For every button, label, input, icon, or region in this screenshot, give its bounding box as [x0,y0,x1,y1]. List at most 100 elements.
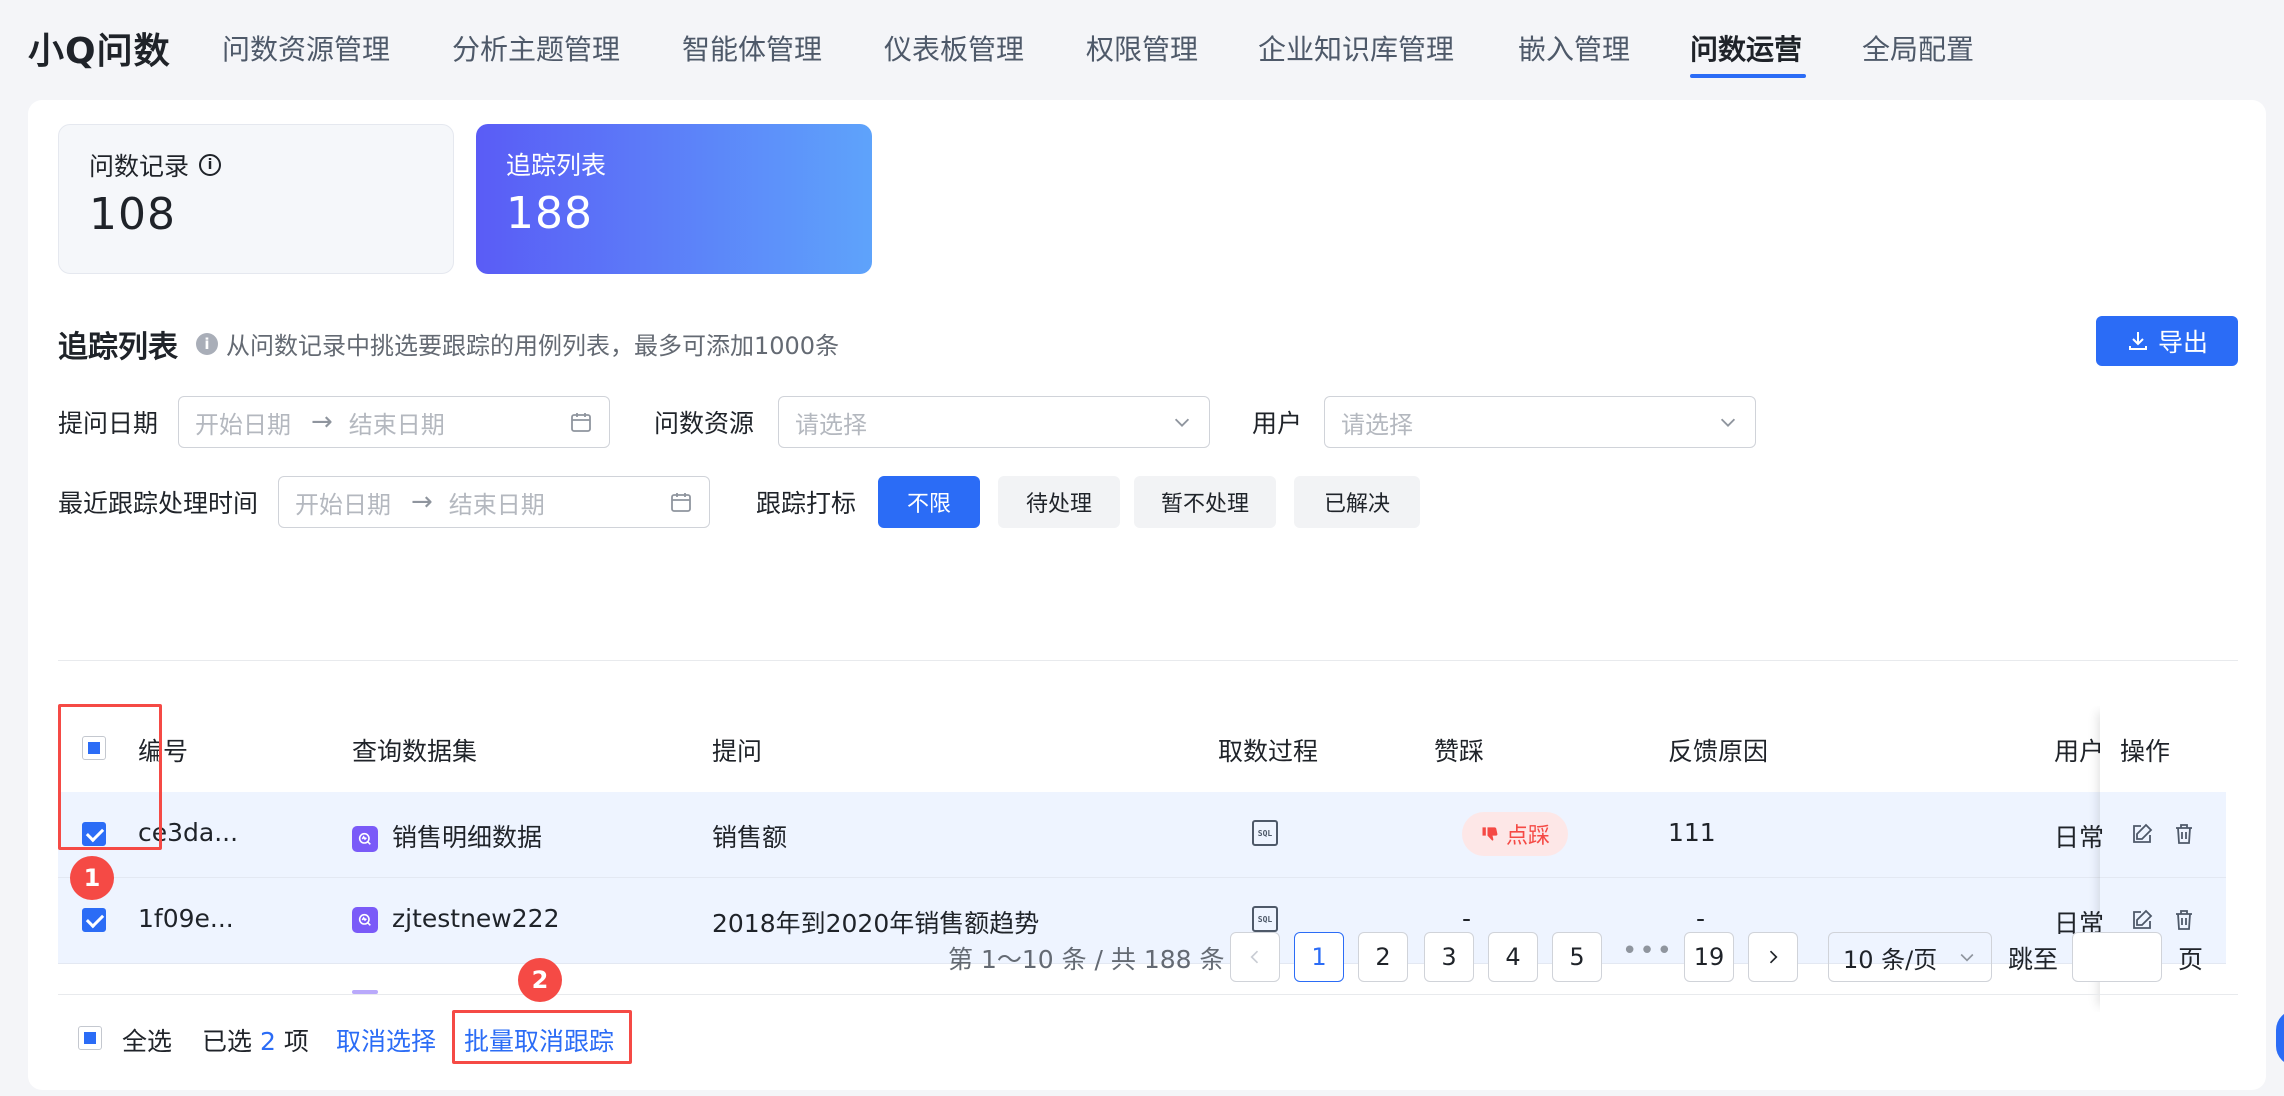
nav-item-agent[interactable]: 智能体管理 [682,28,822,68]
arrow-right-icon: → [311,407,333,437]
page-size-select[interactable]: 10 条/页 [1828,932,1992,982]
page-size-value: 10 条/页 [1843,945,1938,974]
page-button-2[interactable]: 2 [1358,932,1408,982]
thumbs-down-icon [1482,827,1498,841]
ask-date-label: 提问日期 [58,409,159,438]
cell-id: 1f09e... [138,904,234,933]
selected-count-text: 已选 2 项 [202,1022,309,1058]
table-row[interactable]: ce3da... 销售明细数据 销售额 SQL 点踩 111 日常 [58,792,2226,878]
tag-option-all[interactable]: 不限 [878,476,980,528]
th-question: 提问 [712,737,763,766]
chevron-right-icon [1769,950,1778,964]
dislike-badge: 点踩 [1462,812,1569,856]
cancel-select-button[interactable]: 取消选择 [336,1022,436,1058]
nav-item-resource[interactable]: 问数资源管理 [222,28,390,68]
prev-page-button[interactable] [1230,932,1280,982]
arrow-right-icon: → [411,487,433,517]
page-button-last[interactable]: 19 [1684,932,1734,982]
stat-card-tracking[interactable]: 追踪列表 188 [476,124,872,274]
cell-vote: - [1462,904,1472,933]
export-button[interactable]: 导出 [2096,316,2238,366]
sql-icon[interactable]: SQL [1252,820,1278,846]
export-label: 导出 [2157,328,2208,357]
download-icon [2128,332,2147,350]
page-button-4[interactable]: 4 [1488,932,1538,982]
nav-item-global[interactable]: 全局配置 [1862,28,1974,68]
cell-dataset[interactable]: 销售明细数据 [352,818,542,854]
floating-assistant-button[interactable] [2276,1010,2284,1066]
cell-reason: - [1696,904,1706,933]
nav-item-operation[interactable]: 问数运营 [1690,28,1802,68]
th-user: 用户 [2054,737,2105,766]
tag-option-pending[interactable]: 待处理 [998,476,1120,528]
chevron-down-icon [1174,418,1190,427]
calendar-icon [571,413,591,432]
cell-user: 日常 [2054,823,2105,852]
tag-option-solved[interactable]: 已解决 [1294,476,1420,528]
nav-item-topic[interactable]: 分析主题管理 [452,28,620,68]
chevron-down-icon [1960,953,1974,962]
top-nav: 小Q问数 问数资源管理 分析主题管理 智能体管理 仪表板管理 权限管理 企业知识… [0,0,2284,96]
cell-dataset[interactable]: zjtestnew222 [352,904,559,933]
stat-label-records: 问数记录 [89,152,190,181]
recent-time-range[interactable]: 开始日期 → 结束日期 [278,476,710,528]
divider [58,660,2238,661]
th-process: 取数过程 [1218,737,1319,766]
dataset-icon [352,826,378,852]
user-select[interactable]: 请选择 [1324,396,1756,448]
resource-select[interactable]: 请选择 [778,396,1210,448]
annotation-badge-1: 1 [70,856,114,900]
page-button-5[interactable]: 5 [1552,932,1602,982]
more-pages-icon[interactable]: ••• [1622,936,1674,966]
app-brand: 小Q问数 [28,31,171,72]
end-date-placeholder: 结束日期 [448,490,545,519]
selected-suffix: 项 [283,1027,309,1056]
info-filled-icon: i [196,332,218,355]
nav-active-indicator [1690,74,1806,78]
th-vote: 赞踩 [1434,737,1485,766]
select-all-label[interactable]: 全选 [122,1022,172,1058]
end-date-placeholder: 结束日期 [348,410,445,439]
selected-prefix: 已选 [202,1027,253,1056]
nav-item-embed[interactable]: 嵌入管理 [1518,28,1630,68]
page-suffix-label: 页 [2178,945,2204,974]
cell-reason: 111 [1668,818,1716,847]
cell-question: 2018年到2020年销售额趋势 [712,909,1040,938]
ask-date-range[interactable]: 开始日期 → 结束日期 [178,396,610,448]
chevron-left-icon [1250,950,1259,964]
main-panel: 问数记录 i 108 追踪列表 188 追踪列表 i 从问数记录中挑选要跟踪的用… [28,100,2266,1090]
dataset-name: 销售明细数据 [392,823,543,852]
annotation-frame-checkboxes [58,704,162,850]
recent-time-label: 最近跟踪处理时间 [58,489,259,518]
start-date-placeholder: 开始日期 [295,490,391,519]
tag-option-ignore[interactable]: 暂不处理 [1134,476,1276,528]
jump-label: 跳至 [2008,945,2059,974]
nav-item-dashboard[interactable]: 仪表板管理 [884,28,1024,68]
resource-placeholder: 请选择 [795,410,867,439]
th-dataset: 查询数据集 [352,737,478,766]
vote-label: 点踩 [1506,824,1551,849]
row-checkbox[interactable] [82,908,106,932]
jump-page-input[interactable] [2072,932,2162,982]
info-icon[interactable]: i [199,154,222,176]
stat-value-records: 108 [89,189,176,240]
cell-question: 销售额 [712,823,788,852]
stat-card-records[interactable]: 问数记录 i 108 [58,124,454,274]
th-reason: 反馈原因 [1668,737,1769,766]
annotation-frame-batch [452,1010,632,1064]
nav-item-permission[interactable]: 权限管理 [1086,28,1198,68]
footer-divider [58,994,2238,995]
sql-icon[interactable]: SQL [1252,906,1278,932]
chevron-down-icon [1720,418,1736,427]
tag-label: 跟踪打标 [756,489,857,518]
resource-label: 问数资源 [654,409,755,438]
next-page-button[interactable] [1748,932,1798,982]
nav-item-knowledge[interactable]: 企业知识库管理 [1258,28,1454,68]
page-button-1[interactable]: 1 [1294,932,1344,982]
page-button-3[interactable]: 3 [1424,932,1474,982]
dataset-icon [352,907,378,933]
dataset-name: zjtestnew222 [392,904,560,933]
select-all-checkbox[interactable] [78,1026,102,1050]
stat-value-tracking: 188 [506,188,593,239]
user-label: 用户 [1252,409,1303,438]
